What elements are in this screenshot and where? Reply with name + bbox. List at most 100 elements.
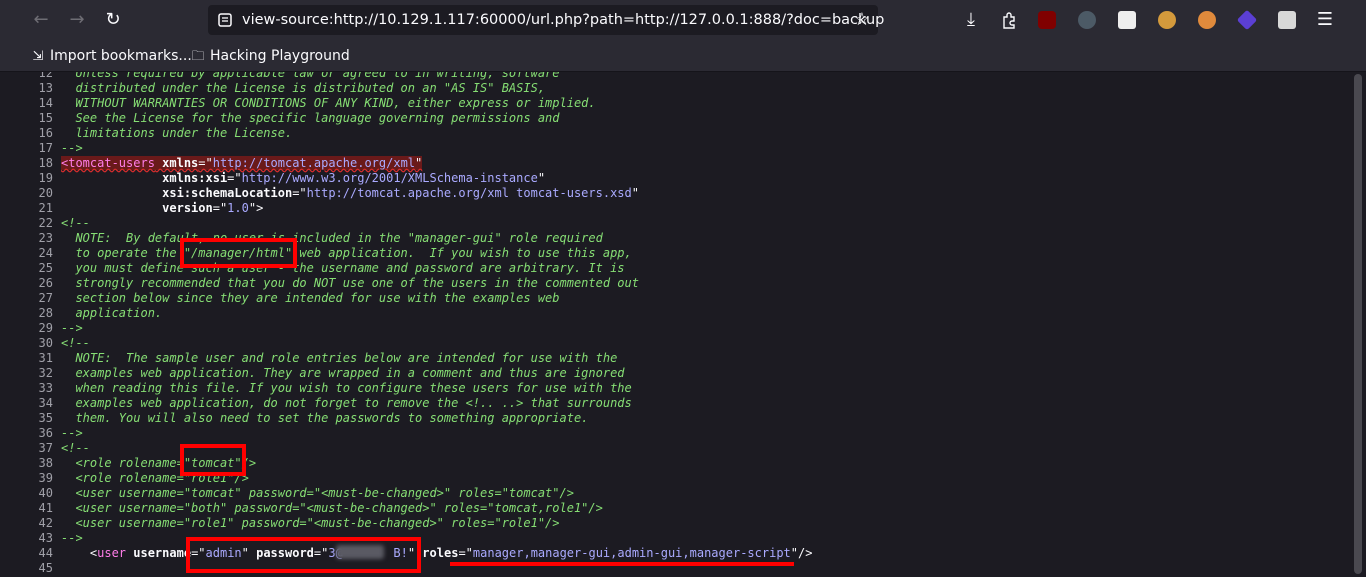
extension-square-icon[interactable] — [1278, 11, 1296, 29]
underline-roles — [450, 562, 794, 566]
source-line: 19 xmlns:xsi="http://www.w3.org/2001/XML… — [0, 171, 546, 186]
source-line: 35 them. You will also need to set the p… — [0, 411, 589, 426]
bookmark-star-icon[interactable]: ☆ — [854, 9, 870, 31]
line-number: 16 — [38, 126, 53, 140]
extension-diamond-icon[interactable] — [1236, 9, 1258, 31]
extension-spy-icon[interactable] — [1078, 11, 1096, 29]
source-line: 43 --> — [0, 531, 83, 546]
source-line: 21 version="1.0"> — [0, 201, 264, 216]
source-token: "> — [248, 201, 264, 215]
source-line: 12 Unless required by applicable law or … — [0, 72, 560, 81]
extensions-puzzle-icon[interactable] — [1000, 11, 1018, 29]
line-number: 26 — [38, 276, 53, 290]
hacking-playground-label: Hacking Playground — [210, 48, 350, 64]
source-token: WITHOUT WARRANTIES OR CONDITIONS OF ANY … — [61, 96, 596, 110]
line-number: 17 — [38, 141, 53, 155]
source-token: See the License for the specific languag… — [61, 111, 560, 125]
ublock-origin-icon[interactable] — [1038, 11, 1056, 29]
line-number: 18 — [38, 156, 53, 170]
source-token: examples web application. They are wrapp… — [61, 366, 625, 380]
password-redaction — [336, 545, 384, 559]
line-number: 22 — [38, 216, 53, 230]
vertical-scrollbar[interactable] — [1350, 72, 1366, 577]
source-line: 16 limitations under the License. — [0, 126, 293, 141]
hamburger-menu-icon[interactable]: ☰ — [1312, 8, 1338, 32]
source-token: xmlns:xsi — [61, 171, 228, 185]
line-number: 20 — [38, 186, 53, 200]
source-token: <tomcat-users — [61, 156, 155, 170]
url-bar[interactable]: view-source:http://10.129.1.117:60000/ur… — [208, 5, 884, 35]
line-number: 37 — [38, 441, 53, 455]
hacking-playground-folder[interactable]: 🗀 Hacking Playground — [190, 41, 350, 71]
qr-code-icon[interactable] — [1118, 11, 1136, 29]
source-token: =" — [198, 156, 213, 170]
line-number: 45 — [38, 561, 53, 575]
reload-icon[interactable]: ↻ — [100, 8, 126, 32]
line-number: 27 — [38, 291, 53, 305]
page-info-icon[interactable] — [217, 12, 233, 28]
source-token: =" — [292, 186, 307, 200]
downloads-icon[interactable]: ⤓ — [958, 8, 984, 32]
source-line: 42 <user username="role1" password="<mus… — [0, 516, 560, 531]
source-token: " — [631, 186, 639, 200]
scrollbar-thumb[interactable] — [1354, 74, 1362, 574]
line-number: 21 — [38, 201, 53, 215]
source-token: when reading this file. If you wish to c… — [61, 381, 632, 395]
source-token: =" — [458, 546, 473, 560]
line-number: 32 — [38, 366, 53, 380]
url-text[interactable]: view-source:http://10.129.1.117:60000/ur… — [242, 5, 884, 35]
source-line: 36 --> — [0, 426, 83, 441]
source-token: http://www.w3.org/2001/XMLSchema-instanc… — [241, 171, 538, 185]
source-token: < — [61, 546, 98, 560]
source-token: manager,manager-gui,admin-gui,manager-sc… — [472, 546, 791, 560]
cookie-icon[interactable] — [1158, 11, 1176, 29]
source-line: 40 <user username="tomcat" password="<mu… — [0, 486, 574, 501]
source-line: 37 <!-- — [0, 441, 90, 456]
source-token: application. — [61, 306, 163, 320]
source-token: <user username="tomcat" password="<must-… — [61, 486, 574, 500]
back-arrow-icon[interactable]: ← — [28, 8, 54, 32]
source-token: <user username="both" password="<must-be… — [61, 501, 603, 515]
source-token: NOTE: By default, no user is included in… — [61, 231, 603, 245]
source-line: 26 strongly recommended that you do NOT … — [0, 276, 639, 291]
source-token: <user username="role1" password="<must-b… — [61, 516, 560, 530]
source-token: NOTE: The sample user and role entries b… — [61, 351, 618, 365]
line-number: 42 — [38, 516, 53, 530]
source-line: 23 NOTE: By default, no user is included… — [0, 231, 603, 246]
line-number: 36 — [38, 426, 53, 440]
source-line: 27 section below since they are intended… — [0, 291, 560, 306]
source-token: =" — [227, 171, 242, 185]
source-token: to operate the "/manager/html" web appli… — [61, 246, 632, 260]
source-token: <!-- — [61, 441, 90, 455]
line-number: 31 — [38, 351, 53, 365]
line-number: 25 — [38, 261, 53, 275]
source-token: you must define such a user - the userna… — [61, 261, 625, 275]
source-line: 13 distributed under the License is dist… — [0, 81, 546, 96]
import-bookmarks-label: Import bookmarks... — [50, 48, 192, 64]
line-number: 39 — [38, 471, 53, 485]
import-icon: ⇲ — [32, 49, 44, 64]
source-token: Unless required by applicable law or agr… — [61, 72, 560, 80]
extension-badge-icon[interactable] — [1198, 11, 1216, 29]
line-number: 13 — [38, 81, 53, 95]
source-line: 29 --> — [0, 321, 83, 336]
source-line: 24 to operate the "/manager/html" web ap… — [0, 246, 632, 261]
source-token: --> — [61, 426, 83, 440]
source-line: 28 application. — [0, 306, 163, 321]
source-token: username — [126, 546, 192, 560]
line-number: 34 — [38, 396, 53, 410]
import-bookmarks-link[interactable]: ⇲ Import bookmarks... — [30, 41, 192, 71]
source-token: =" — [212, 201, 228, 215]
source-line: 45 — [0, 561, 61, 576]
source-line: 31 NOTE: The sample user and role entrie… — [0, 351, 618, 366]
source-token: http://tomcat.apache.org/xml — [212, 156, 416, 170]
source-token: http://tomcat.apache.org/xml tomcat-user… — [306, 186, 632, 200]
source-line: 22 <!-- — [0, 216, 90, 231]
line-number: 28 — [38, 306, 53, 320]
source-token: limitations under the License. — [61, 126, 293, 140]
source-line: 14 WITHOUT WARRANTIES OR CONDITIONS OF A… — [0, 96, 596, 111]
bookmarks-bar: ⇲ Import bookmarks... 🗀 Hacking Playground — [0, 41, 1366, 72]
folder-icon: 🗀 — [191, 49, 205, 64]
source-line: 34 examples web application, do not forg… — [0, 396, 632, 411]
forward-arrow-icon[interactable]: → — [64, 8, 90, 32]
